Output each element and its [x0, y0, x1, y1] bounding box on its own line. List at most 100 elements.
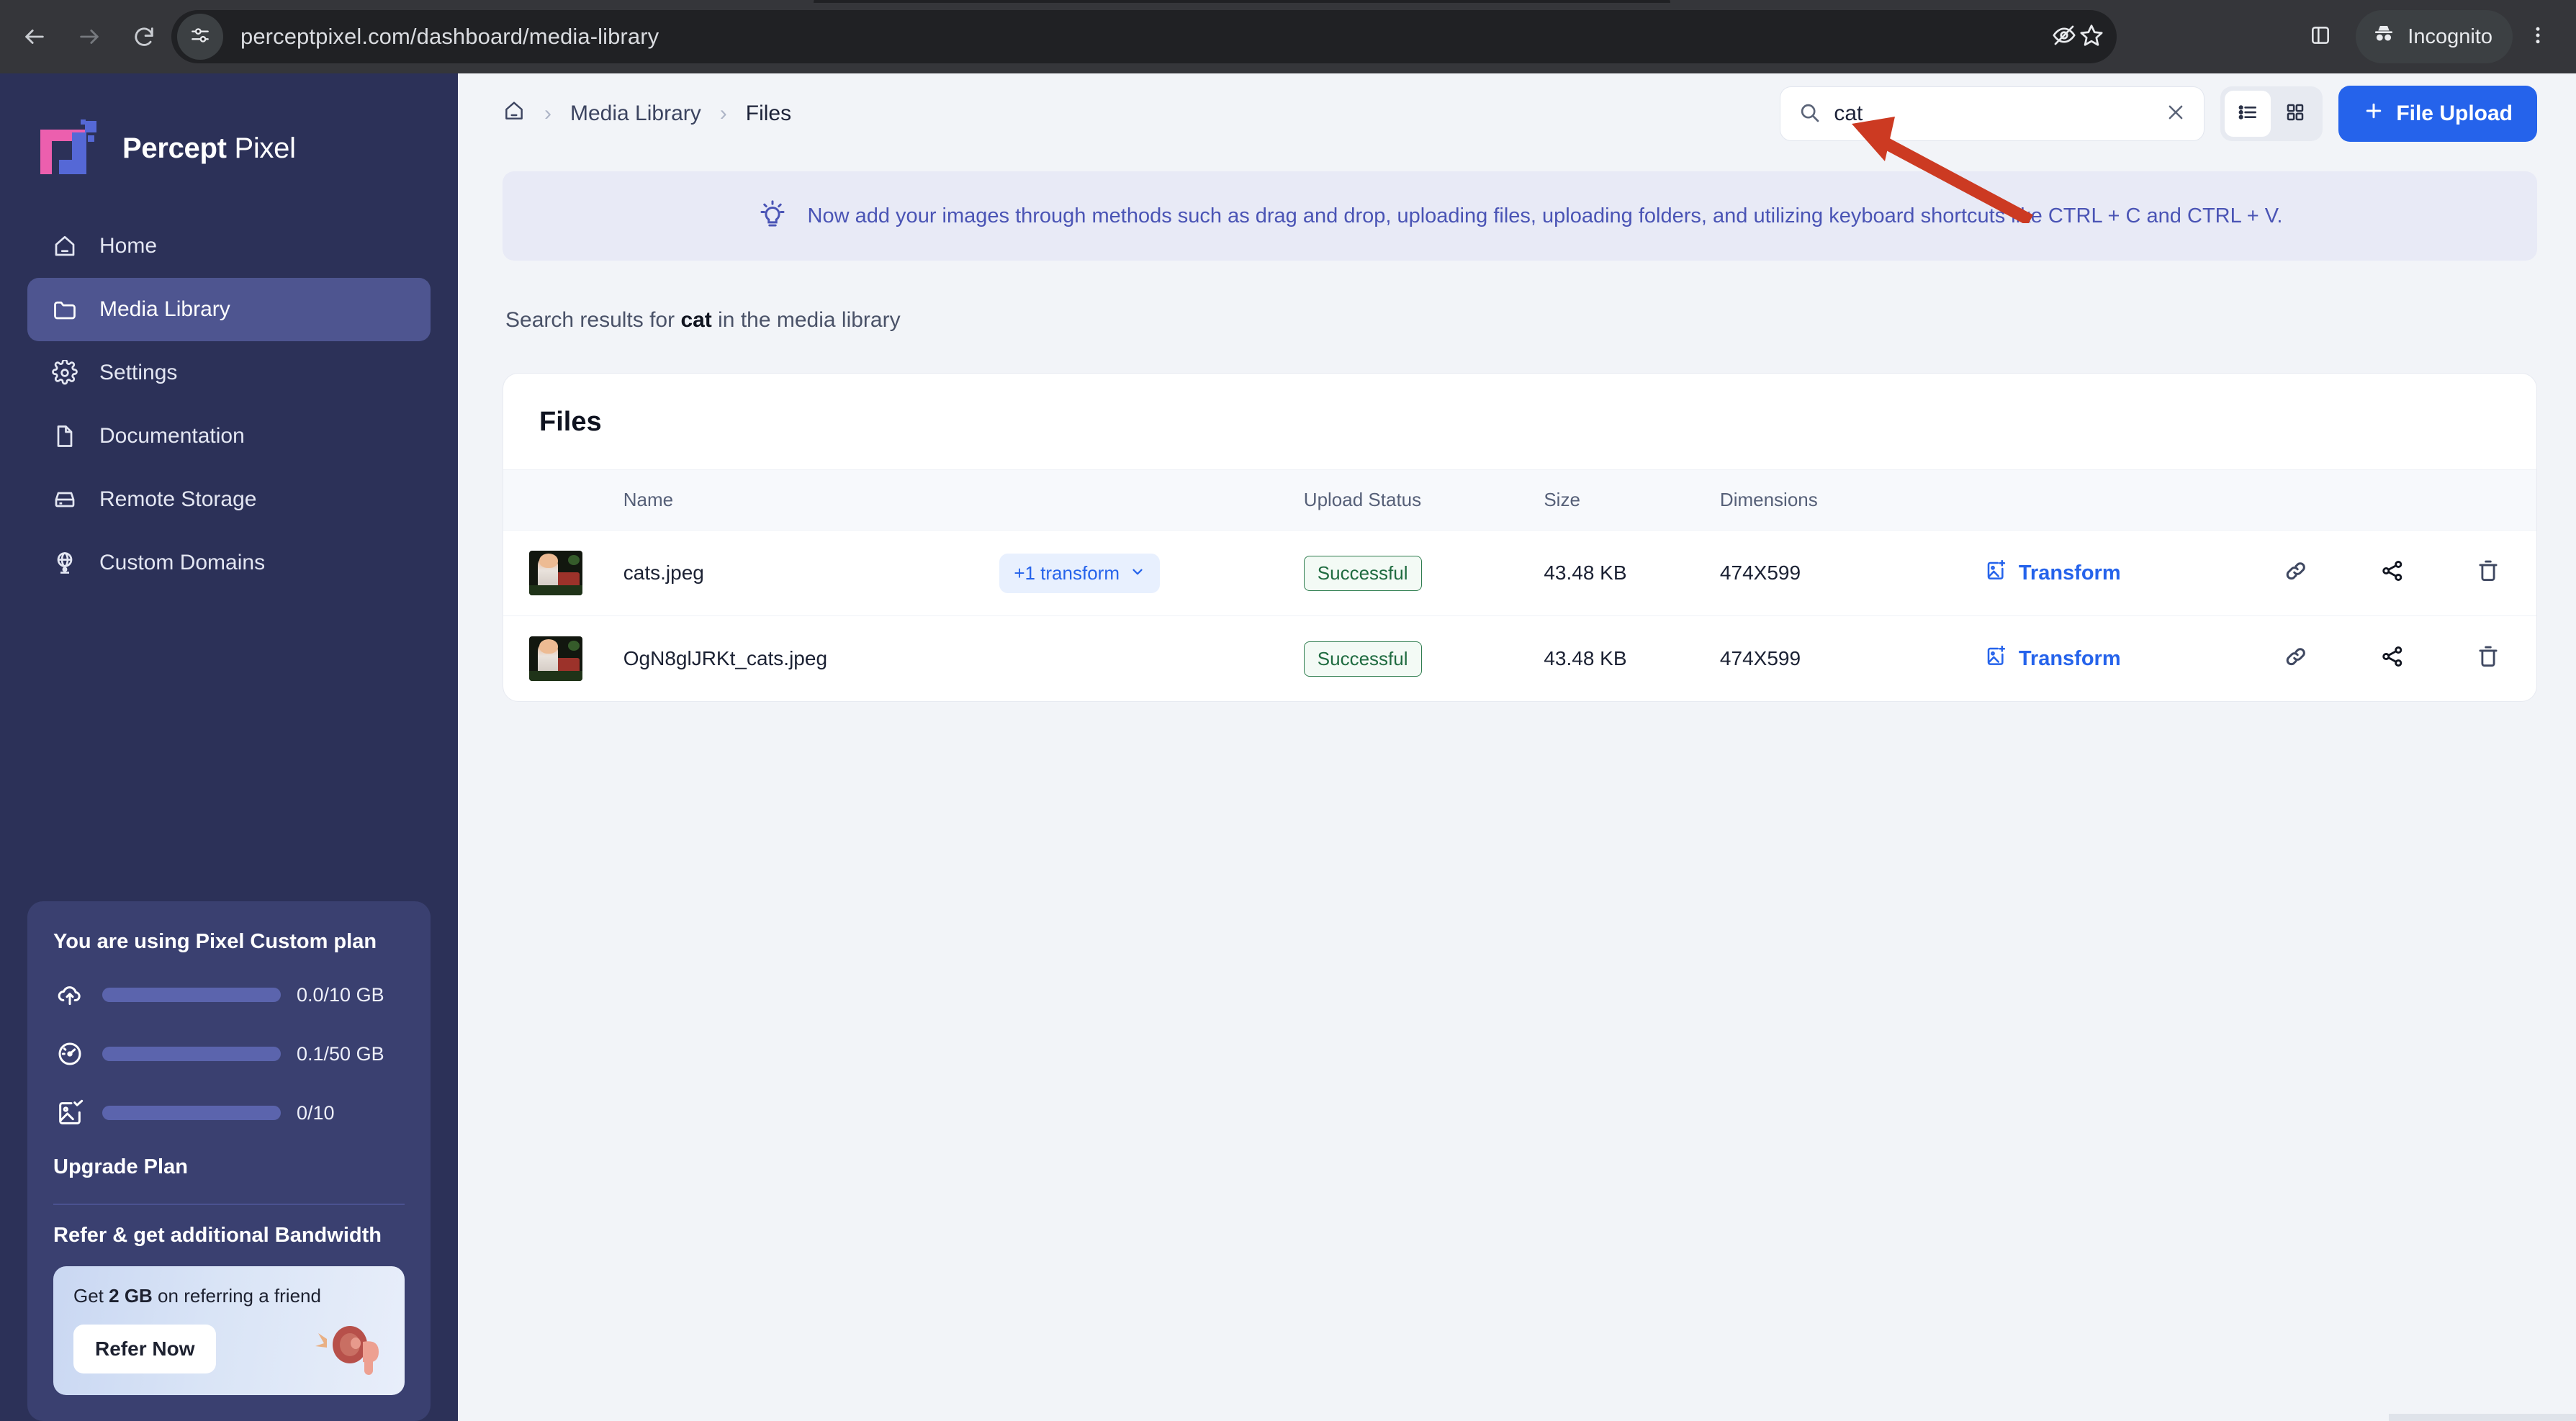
- breadcrumb-item-files: Files: [745, 102, 792, 125]
- col-transform-chip: [999, 469, 1304, 531]
- refer-title: Refer & get additional Bandwidth: [53, 1224, 382, 1247]
- home-icon: [49, 230, 81, 262]
- usage-bar: [102, 988, 281, 1002]
- breadcrumb: › Media Library › Files: [503, 99, 791, 128]
- plan-title: You are using Pixel Custom plan: [53, 930, 377, 953]
- browser-tab-stub[interactable]: [814, 0, 1670, 3]
- lightbulb-icon: [757, 199, 788, 233]
- transform-button[interactable]: Transform: [1984, 644, 2121, 673]
- tracking-hidden-button[interactable]: [2052, 23, 2076, 51]
- transform-button[interactable]: Transform: [1984, 559, 2121, 587]
- usage-value: 0.0/10 GB: [297, 983, 384, 1006]
- sidebar-item-remote-storage[interactable]: Remote Storage: [27, 468, 431, 531]
- refer-card: Get 2 GB on referring a friend Refer Now: [53, 1266, 405, 1395]
- megaphone-icon: [305, 1302, 392, 1388]
- browser-right-actions: Incognito: [2295, 10, 2563, 63]
- forward-button[interactable]: [62, 9, 117, 64]
- col-transform-action: [1983, 469, 2248, 531]
- brand-name-bold: Percept: [122, 132, 227, 164]
- col-thumbnail: [503, 469, 623, 531]
- refer-now-button[interactable]: Refer Now: [73, 1325, 217, 1373]
- reload-icon: [132, 24, 156, 49]
- refer-line-post: on referring a friend: [152, 1285, 321, 1307]
- cell-size: 43.48 KB: [1544, 647, 1627, 669]
- side-panel-icon: [2309, 24, 2332, 50]
- incognito-icon: [2372, 22, 2396, 52]
- horizontal-scrollbar[interactable]: [2389, 1414, 2576, 1421]
- files-table-body: cats.jpeg +1 transform Successful 43.48 …: [503, 530, 2536, 702]
- side-panel-button[interactable]: [2295, 12, 2346, 62]
- usage-meter-storage: 0.0/10 GB: [53, 978, 405, 1011]
- clear-search-button[interactable]: [2165, 102, 2187, 127]
- file-upload-button[interactable]: File Upload: [2338, 86, 2537, 142]
- cell-delete: [2441, 616, 2536, 702]
- cell-share: [2344, 616, 2440, 702]
- list-view-button[interactable]: [2225, 91, 2271, 137]
- incognito-indicator[interactable]: Incognito: [2356, 10, 2513, 63]
- col-size: Size: [1544, 469, 1720, 531]
- col-name: Name: [623, 469, 1000, 531]
- transform-count-chip[interactable]: +1 transform: [999, 553, 1160, 593]
- upgrade-plan-link[interactable]: Upgrade Plan: [53, 1155, 405, 1179]
- breadcrumb-item-media-library[interactable]: Media Library: [570, 102, 701, 126]
- link-icon[interactable]: [2282, 643, 2310, 670]
- browser-menu-button[interactable]: [2513, 12, 2563, 62]
- cell-copy-link: [2248, 530, 2345, 616]
- trash-icon[interactable]: [2475, 644, 2501, 669]
- search-results-term: cat: [680, 308, 712, 332]
- share-icon[interactable]: [2379, 558, 2405, 584]
- trash-icon[interactable]: [2475, 558, 2501, 584]
- reload-button[interactable]: [117, 9, 171, 64]
- sidebar-item-label: Documentation: [99, 424, 245, 448]
- sidebar-item-documentation[interactable]: Documentation: [27, 405, 431, 468]
- sidebar-item-settings[interactable]: Settings: [27, 341, 431, 405]
- grid-view-button[interactable]: [2272, 91, 2318, 137]
- grid-view-icon: [2284, 102, 2306, 127]
- back-button[interactable]: [7, 9, 62, 64]
- brand-logo[interactable]: Percept Pixel: [0, 73, 458, 189]
- bookmark-button[interactable]: [2079, 23, 2104, 51]
- chevron-down-icon: [1130, 562, 1145, 585]
- cell-upload-status: Successful: [1303, 530, 1544, 616]
- search-input[interactable]: cat: [1780, 86, 2205, 141]
- sidebar-item-label: Media Library: [99, 297, 230, 321]
- view-toggle-group: [2220, 86, 2323, 141]
- brand-text: Percept Pixel: [122, 132, 296, 165]
- tip-banner-text: Now add your images through methods such…: [807, 204, 2283, 227]
- table-row[interactable]: cats.jpeg +1 transform Successful 43.48 …: [503, 530, 2536, 616]
- cell-upload-status: Successful: [1303, 616, 1544, 702]
- cell-transform-chip: [999, 616, 1303, 702]
- browser-toolbar: perceptpixel.com/dashboard/media-library: [0, 0, 2576, 73]
- image-edit-icon: [1984, 644, 2007, 673]
- image-check-icon: [53, 1096, 86, 1129]
- link-icon[interactable]: [2282, 557, 2310, 585]
- list-view-icon: [2236, 101, 2259, 127]
- files-card-title: Files: [539, 407, 602, 437]
- breadcrumb-home-icon[interactable]: [503, 99, 526, 128]
- cat-thumbnail: [529, 551, 582, 595]
- site-settings-button[interactable]: [177, 14, 223, 60]
- sidebar-item-label: Settings: [99, 361, 178, 384]
- breadcrumb-separator: ›: [544, 102, 551, 125]
- sidebar-item-home[interactable]: Home: [27, 215, 431, 278]
- sidebar-item-label: Home: [99, 234, 158, 258]
- sidebar-item-media-library[interactable]: Media Library: [27, 278, 431, 341]
- address-bar[interactable]: perceptpixel.com/dashboard/media-library: [171, 10, 2117, 63]
- search-results-pre: Search results for: [505, 308, 681, 332]
- table-header-row: Name Upload Status Size Dimensions: [503, 469, 2536, 531]
- gear-icon: [49, 357, 81, 389]
- usage-bar: [102, 1047, 281, 1061]
- table-row[interactable]: OgN8glJRKt_cats.jpeg Successful 43.48 KB…: [503, 616, 2536, 702]
- status-badge: Successful: [1303, 641, 1422, 677]
- cell-file-name: OgN8glJRKt_cats.jpeg: [623, 647, 828, 669]
- share-icon[interactable]: [2379, 644, 2405, 669]
- usage-value: 0/10: [297, 1101, 335, 1124]
- eye-off-icon: [2052, 25, 2076, 50]
- image-edit-icon: [1984, 559, 2007, 587]
- sidebar-item-label: Custom Domains: [99, 551, 266, 574]
- tip-banner: Now add your images through methods such…: [503, 171, 2537, 261]
- cell-file-name: cats.jpeg: [623, 530, 1000, 616]
- page-header: › Media Library › Files cat File Upload: [458, 73, 2576, 154]
- sidebar-item-custom-domains[interactable]: Custom Domains: [27, 531, 431, 595]
- cell-transform-action: Transform: [1984, 616, 2248, 702]
